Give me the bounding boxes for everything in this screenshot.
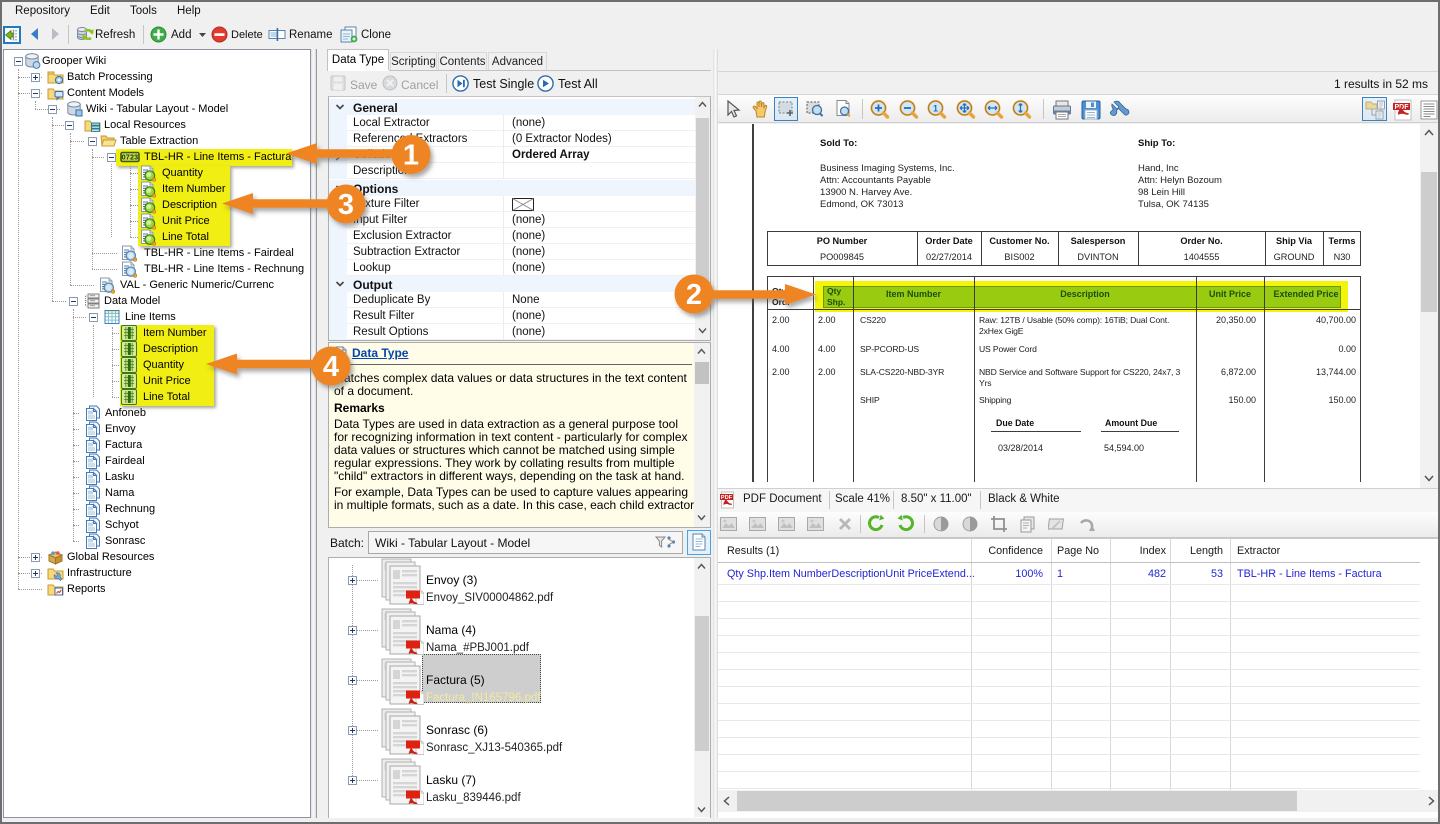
svg-text:PDF: PDF (721, 495, 733, 501)
svg-text:1: 1 (933, 103, 938, 113)
svg-text:0723: 0723 (122, 153, 139, 162)
